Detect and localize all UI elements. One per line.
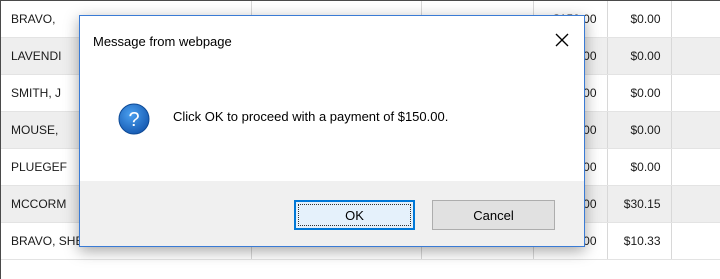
dialog-body: ? Click OK to proceed with a payment of …: [80, 68, 584, 181]
close-button[interactable]: [546, 26, 578, 54]
cell-extra: [671, 74, 720, 112]
confirm-dialog: Message from webpage ? Click OK to proce…: [79, 15, 585, 247]
cell-paid: $10.33: [607, 222, 672, 260]
cell-paid: $0.00: [607, 148, 672, 186]
close-icon: [555, 33, 569, 47]
question-icon: ?: [118, 103, 150, 135]
dialog-footer: OK Cancel: [80, 181, 584, 246]
cell-paid: $0.00: [607, 1, 672, 38]
svg-text:?: ?: [128, 109, 139, 131]
dialog-title: Message from webpage: [93, 34, 232, 49]
cell-extra: [671, 148, 720, 186]
cancel-button-label: Cancel: [473, 207, 514, 223]
ok-button[interactable]: OK: [294, 200, 415, 230]
cell-paid: $0.00: [607, 74, 672, 112]
dialog-titlebar[interactable]: Message from webpage: [80, 16, 584, 68]
cell-paid: $0.00: [607, 37, 672, 75]
cancel-button[interactable]: Cancel: [432, 200, 555, 230]
cell-extra: [671, 1, 720, 38]
cell-paid: $0.00: [607, 111, 672, 149]
cell-extra: [671, 222, 720, 260]
cell-extra: [671, 37, 720, 75]
dialog-message: Click OK to proceed with a payment of $1…: [173, 109, 449, 124]
cell-extra: [671, 185, 720, 223]
cell-paid: $30.15: [607, 185, 672, 223]
ok-button-label: OK: [345, 207, 364, 223]
cell-extra: [671, 111, 720, 149]
